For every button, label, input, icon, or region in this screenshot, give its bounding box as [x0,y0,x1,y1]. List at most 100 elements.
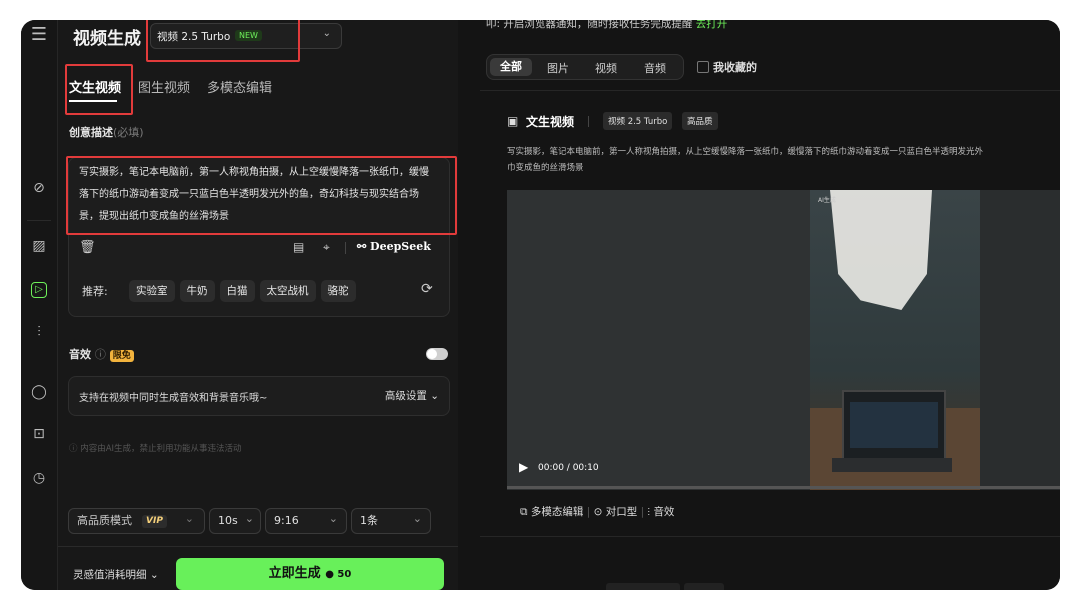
deepseek-button[interactable]: ⚯ DeepSeek [357,240,431,253]
divider: | [586,506,594,518]
count-select[interactable]: 1条 ⌄ [351,508,431,534]
progress-track[interactable] [507,486,1060,489]
generator-panel: 视频生成 视频 2.5 Turbo NEW ⌄ 文生视频 图生视频 多模态编辑 … [58,20,458,590]
play-icon[interactable]: ▶ [519,460,528,474]
side-rail: ☰ ⊘ ▨ ▷ ⫶ ◯ ⊡ ◷ [21,20,58,590]
sound-label: 音效 ⓘ 限免 [69,346,134,362]
refresh-icon[interactable]: ⟳ [421,281,433,297]
image-icon[interactable]: ▨ [29,236,49,256]
chip-milk[interactable]: 牛奶 [179,280,215,302]
chevron-down-icon: ⌄ [328,512,338,525]
chevron-down-icon: ⌄ [322,28,331,39]
tab-multimodal-edit[interactable]: 多模态编辑 [207,77,272,96]
next-card-tag [606,583,680,590]
video-frame: AI生成 [810,190,980,490]
recommend-label: 推荐: [82,285,108,298]
footer-divider [58,546,458,547]
vip-badge: VIP [142,515,167,528]
open-notify-link[interactable]: 去打开 [696,20,728,30]
disclaimer: ⓘ 内容由AI生成，禁止利用功能从事违法活动 [69,444,242,454]
duration-select[interactable]: 10s ⌄ [209,508,261,534]
divider [480,90,1060,91]
next-card-tag [684,583,724,590]
avatar-icon[interactable]: ◯ [29,382,49,402]
video-left-fill [507,190,810,490]
media-filter: 全部 图片 视频 音频 [486,54,684,80]
divider [480,536,1060,537]
advanced-settings-button[interactable]: 高级设置 ⌄ [385,388,439,403]
ratio-select[interactable]: 9:16 ⌄ [265,508,347,534]
menu-icon[interactable]: ☰ [29,25,49,45]
info-icon[interactable]: ⓘ [95,348,106,361]
chip-white-cat[interactable]: 白猫 [219,280,255,302]
rail-divider [27,220,51,221]
count-label: 1条 [360,514,378,527]
desc-line: 巾变成鱼的丝滑场景 [507,163,584,173]
video-icon[interactable]: ▷ [31,282,47,298]
chevron-down-icon: ⌄ [184,512,194,525]
laptop-screen [842,390,946,460]
credits-detail-button[interactable]: 灵感值消耗明细 ⌄ [73,567,159,582]
video-time: 00:00 / 00:10 [538,463,599,473]
favorites-checkbox[interactable] [697,61,709,73]
highlight-model [146,20,300,62]
video-player[interactable]: AI生成 ▶ 00:00 / 00:10 [507,190,1060,490]
quality-tag: 高品质 [682,112,718,130]
filter-all[interactable]: 全部 [490,58,532,76]
magic-icon[interactable]: ⊘ [29,178,49,198]
credits-cost: ● 50 [325,569,352,580]
filter-video[interactable]: 视频 [595,60,617,76]
quality-select[interactable]: 高品质模式 VIP ⌄ [68,508,205,534]
sound-wave-icon: ⫶ [647,506,651,518]
required-note: (必填) [113,126,144,139]
laptop-keyboard [832,458,952,472]
audio-icon[interactable]: ⫶ [29,322,49,342]
page-title: 视频生成 [73,29,141,49]
lip-icon: ⊙ [593,506,603,518]
sound-toggle[interactable] [426,348,448,360]
card-actions: ⧉ 多模态编辑 | ⊙ 对口型 | ⫶ 音效 [520,504,674,519]
save-icon[interactable]: ▤ [293,240,304,254]
generate-button[interactable]: 立即生成 ● 50 [176,558,444,590]
divider [345,242,346,254]
trash-icon[interactable]: 🗑 [79,240,96,255]
quality-label: 高品质模式 [77,514,132,527]
tab-image-to-video[interactable]: 图生视频 [138,77,190,96]
sound-settings: 支持在视频中同时生成音效和背景音乐哦~ 高级设置 ⌄ [68,376,450,416]
favorites-label: 我收藏的 [713,61,757,74]
divider [588,116,589,127]
app-window: ☰ ⊘ ▨ ▷ ⫶ ◯ ⊡ ◷ 视频生成 视频 2.5 Turbo NEW ⌄ … [21,20,1060,590]
filter-audio[interactable]: 音频 [644,60,666,76]
chip-camel[interactable]: 骆驼 [320,280,356,302]
recommend-chips: 实验室 牛奶 白猫 太空战机 骆驼 [129,279,361,302]
highlight-prompt [66,156,457,235]
sound-desc: 支持在视频中同时生成音效和背景音乐哦~ [79,393,268,404]
chip-lab[interactable]: 实验室 [129,280,175,302]
free-badge: 限免 [109,350,134,362]
lip-sync-button[interactable]: ⊙ 对口型 [594,506,638,518]
prompt-label: 创意描述(必填) [69,126,144,139]
history-icon[interactable]: ◷ [29,468,49,488]
highlight-tab [65,64,133,115]
chevron-down-icon: ⌄ [412,512,422,525]
multimodal-edit-button[interactable]: ⧉ 多模态编辑 [520,506,583,518]
ai-watermark: AI生成 [818,197,836,204]
ratio-label: 9:16 [274,514,299,527]
filter-image[interactable]: 图片 [547,60,569,76]
video-right-fill [980,190,1060,490]
results-panel: 叩: 开启浏览器通知，随时接收任务完成提醒 去打开 全部 图片 视频 音频 我收… [458,20,1060,590]
notification-banner: 叩: 开启浏览器通知，随时接收任务完成提醒 去打开 [486,20,728,30]
chevron-down-icon: ⌄ [244,512,254,525]
duration-label: 10s [218,514,238,527]
sound-effect-button[interactable]: ⫶ 音效 [647,506,674,518]
video-card-icon: ▣ [507,114,519,128]
chip-space-fighter[interactable]: 太空战机 [259,280,316,302]
model-tag: 视频 2.5 Turbo [603,112,673,130]
card-description: 写实摄影，笔记本电脑前，第一人称视角拍摄，从上空缓慢降落一张纸巾，缓慢落下的纸巾… [507,144,1060,176]
edit-icon: ⧉ [520,506,528,518]
sparkle-icon[interactable]: ⊡ [29,424,49,444]
tissue-image [830,190,932,310]
card-title: 文生视频 [526,115,575,129]
location-icon[interactable]: ⌖ [323,240,330,255]
laptop-display [850,402,938,448]
